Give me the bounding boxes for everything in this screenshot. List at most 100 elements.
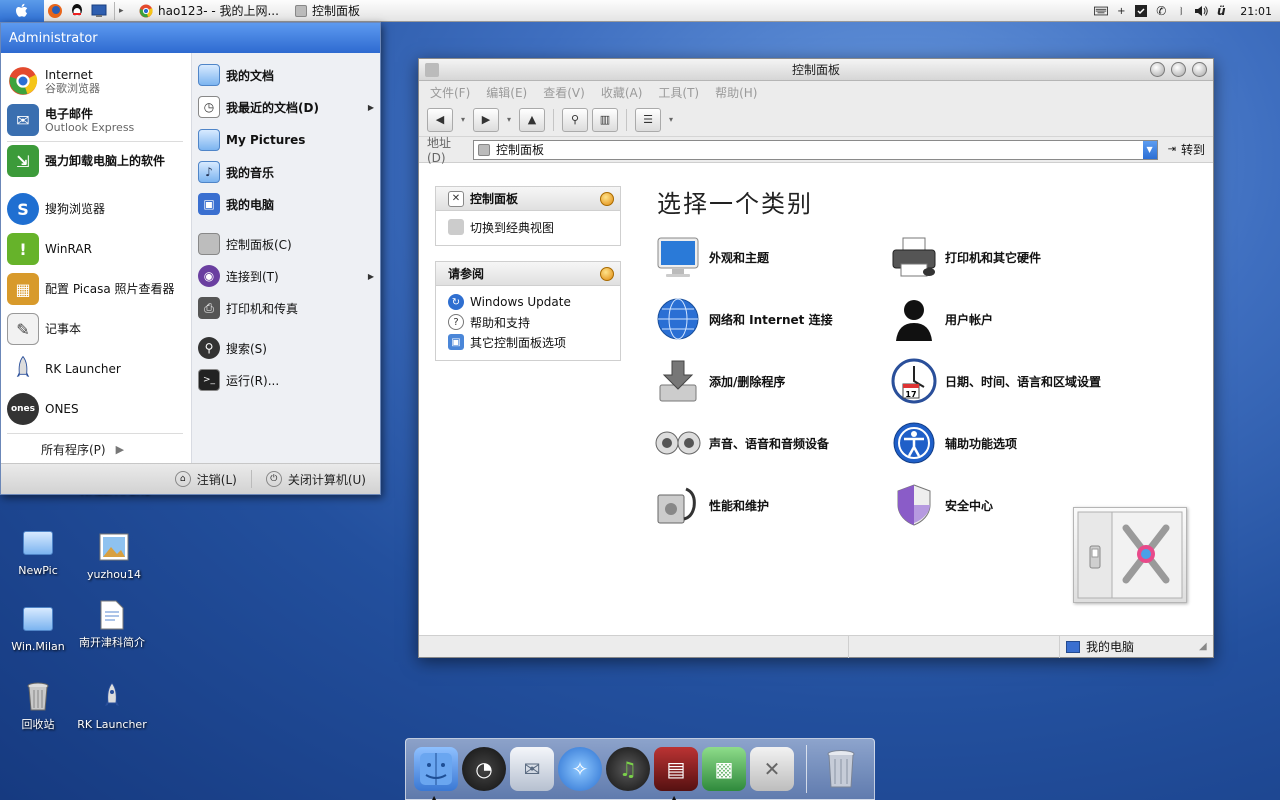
start-menu-footer: ⌂ 注销(L) ⏻ 关闭计算机(U) bbox=[1, 463, 380, 494]
volume-icon[interactable] bbox=[1194, 4, 1209, 18]
category-user-accounts[interactable]: 用户帐户 bbox=[891, 296, 993, 342]
start-item-title: RK Launcher bbox=[45, 362, 121, 376]
start-item-uninstaller[interactable]: ⇲ 强力卸载电脑上的软件 bbox=[7, 145, 165, 177]
start-item-picasa[interactable]: ▦ 配置 Picasa 照片查看器 bbox=[7, 273, 175, 305]
menu-tools[interactable]: 工具(T) bbox=[653, 84, 704, 101]
help-support-link[interactable]: ? 帮助和支持 bbox=[436, 312, 620, 332]
switch-classic-view-link[interactable]: 切换到经典视图 bbox=[436, 217, 620, 237]
qq-quicklaunch-icon[interactable] bbox=[66, 0, 88, 22]
sidebar-panel-header[interactable]: ✕ 控制面板 bbox=[436, 187, 620, 211]
desktop-icon-newpic[interactable]: NewPic bbox=[0, 526, 76, 577]
input-method-icon[interactable]: ü bbox=[1214, 4, 1228, 18]
dock-mail[interactable]: ✉ bbox=[510, 747, 554, 791]
address-dropdown-button[interactable]: ▼ bbox=[1142, 140, 1157, 159]
start-item-internet[interactable]: Internet 谷歌浏览器 bbox=[7, 65, 100, 97]
dock-iphoto[interactable]: ▩ bbox=[702, 747, 746, 791]
category-printers[interactable]: 打印机和其它硬件 bbox=[891, 234, 1041, 280]
folders-button[interactable]: ▥ bbox=[592, 107, 618, 132]
close-button[interactable] bbox=[1192, 62, 1207, 77]
start-item-rk-launcher[interactable]: RK Launcher bbox=[7, 353, 121, 385]
place-my-music[interactable]: ♪ 我的音乐 bbox=[198, 160, 376, 184]
desktop-icon-winmilan[interactable]: Win.Milan bbox=[0, 602, 76, 653]
place-control-panel[interactable]: 控制面板(C) bbox=[198, 232, 376, 256]
collapse-icon[interactable] bbox=[600, 192, 614, 206]
forward-button[interactable]: ▶ bbox=[473, 107, 499, 132]
start-item-ones[interactable]: ones ONES bbox=[7, 393, 79, 425]
other-options-link[interactable]: ▣ 其它控制面板选项 bbox=[436, 332, 620, 352]
network-tray-icon[interactable]: ⧘ bbox=[1174, 4, 1188, 18]
back-button[interactable]: ◀ bbox=[427, 107, 453, 132]
dock-finder[interactable] bbox=[414, 747, 458, 800]
views-dropdown-icon[interactable]: ▾ bbox=[665, 115, 677, 124]
desktop-quicklaunch-icon[interactable] bbox=[88, 0, 110, 22]
dock-itunes[interactable]: ♫ bbox=[606, 747, 650, 791]
start-item-sogou[interactable]: S 搜狗浏览器 bbox=[7, 193, 105, 225]
tools-icon: ✕ bbox=[448, 190, 464, 207]
place-run[interactable]: >_ 运行(R)... bbox=[198, 368, 376, 392]
start-item-email[interactable]: ✉ 电子邮件 Outlook Express bbox=[7, 104, 134, 136]
place-search[interactable]: ⚲ 搜索(S) bbox=[198, 336, 376, 360]
desktop-icon-rk-launcher[interactable]: RK Launcher bbox=[74, 680, 150, 731]
place-my-documents[interactable]: 我的文档 bbox=[198, 63, 376, 87]
firefox-quicklaunch-icon[interactable] bbox=[44, 0, 66, 22]
menu-edit[interactable]: 编辑(E) bbox=[481, 84, 532, 101]
desktop-icon-document[interactable]: 南开津科简介 bbox=[74, 598, 150, 649]
windows-update-link[interactable]: ↻ Windows Update bbox=[436, 292, 620, 312]
views-button[interactable]: ☰ bbox=[635, 107, 661, 132]
category-security-center[interactable]: 安全中心 bbox=[891, 482, 993, 528]
dock-dvd-player[interactable]: ▤ bbox=[654, 747, 698, 800]
category-appearance[interactable]: 外观和主题 bbox=[655, 234, 769, 280]
start-item-notepad[interactable]: ✎ 记事本 bbox=[7, 313, 81, 345]
task-button-browser[interactable]: hao123- - 我的上网... bbox=[131, 1, 287, 21]
category-network[interactable]: 网络和 Internet 连接 bbox=[655, 296, 833, 342]
address-input[interactable]: 控制面板 ▼ bbox=[473, 139, 1158, 160]
run-icon: >_ bbox=[198, 369, 220, 391]
maximize-button[interactable] bbox=[1171, 62, 1186, 77]
security-tray-icon[interactable] bbox=[1134, 4, 1148, 18]
back-dropdown-icon[interactable]: ▾ bbox=[457, 115, 469, 124]
place-connect-to[interactable]: ◉ 连接到(T) ▶ bbox=[198, 264, 376, 288]
minimize-button[interactable] bbox=[1150, 62, 1165, 77]
resize-grip-icon[interactable]: ◢ bbox=[1199, 641, 1213, 652]
category-label: 声音、语音和音频设备 bbox=[709, 436, 830, 451]
place-recent-documents[interactable]: ◷ 我最近的文档(D) ▶ bbox=[198, 95, 376, 119]
place-my-computer[interactable]: ▣ 我的电脑 bbox=[198, 192, 376, 216]
all-programs-button[interactable]: 所有程序(P) ▶ bbox=[41, 441, 124, 458]
logout-button[interactable]: ⌂ 注销(L) bbox=[174, 471, 237, 488]
category-performance[interactable]: 性能和维护 bbox=[655, 482, 769, 528]
menu-view[interactable]: 查看(V) bbox=[538, 84, 590, 101]
place-printers[interactable]: ⎙ 打印机和传真 bbox=[198, 296, 376, 320]
keyboard-icon[interactable] bbox=[1094, 4, 1109, 18]
dock-dashboard[interactable]: ◔ bbox=[462, 747, 506, 791]
desktop-icon-yuzhou14[interactable]: yuzhou14 bbox=[76, 530, 152, 581]
phone-tray-icon[interactable]: ✆ bbox=[1154, 4, 1168, 18]
dock-trash[interactable] bbox=[819, 747, 863, 791]
up-button[interactable]: ▲ bbox=[519, 107, 545, 132]
menu-file[interactable]: 文件(F) bbox=[425, 84, 475, 101]
start-item-winrar[interactable]: ! WinRAR bbox=[7, 233, 92, 265]
window-titlebar[interactable]: 控制面板 bbox=[419, 59, 1213, 81]
shutdown-button[interactable]: ⏻ 关闭计算机(U) bbox=[265, 471, 366, 488]
place-my-pictures[interactable]: My Pictures bbox=[198, 128, 376, 152]
clock[interactable]: 21:01 bbox=[1240, 5, 1272, 18]
sidebar-panel-header[interactable]: 请参阅 bbox=[436, 262, 620, 286]
apple-menu-button[interactable] bbox=[0, 0, 44, 22]
category-sound[interactable]: 声音、语音和音频设备 bbox=[655, 420, 829, 466]
search-button[interactable]: ⚲ bbox=[562, 107, 588, 132]
menu-help[interactable]: 帮助(H) bbox=[710, 84, 762, 101]
shutdown-label: 关闭计算机(U) bbox=[287, 472, 366, 487]
desktop-icon-recycle-bin[interactable]: 回收站 bbox=[0, 680, 76, 731]
menu-favorites[interactable]: 收藏(A) bbox=[596, 84, 648, 101]
address-value: 控制面板 bbox=[496, 143, 545, 157]
collapse-icon[interactable] bbox=[600, 267, 614, 281]
dock-safari[interactable]: ✧ bbox=[558, 747, 602, 791]
category-date-time[interactable]: 17 日期、时间、语言和区域设置 bbox=[891, 358, 1101, 404]
go-button[interactable]: ⇥ 转到 bbox=[1162, 141, 1205, 158]
task-button-control-panel[interactable]: 控制面板 bbox=[287, 1, 368, 21]
forward-dropdown-icon[interactable]: ▾ bbox=[503, 115, 515, 124]
tray-expand-icon[interactable]: + bbox=[1114, 4, 1128, 18]
category-add-remove[interactable]: 添加/删除程序 bbox=[655, 358, 785, 404]
quicklaunch-more-icon[interactable]: ▸ bbox=[119, 6, 131, 16]
category-accessibility[interactable]: 辅助功能选项 bbox=[891, 420, 1017, 466]
dock-system-tools[interactable]: ✕ bbox=[750, 747, 794, 791]
